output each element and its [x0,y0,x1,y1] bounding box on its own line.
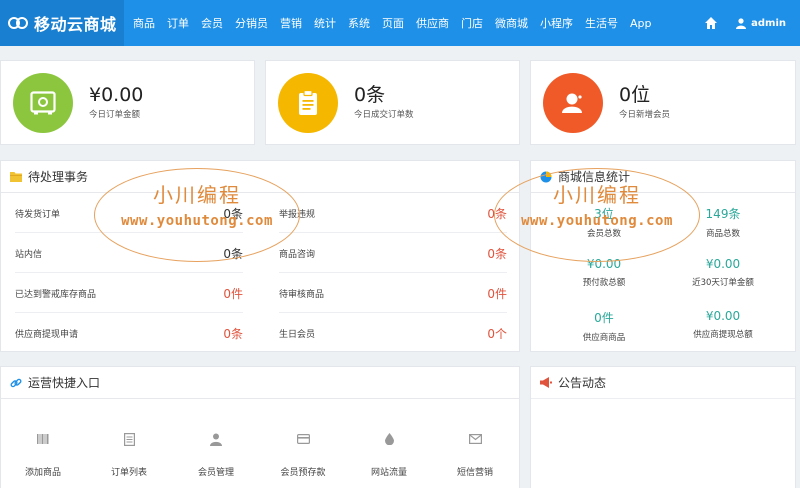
today-new-members-card: 0位 今日新增会员 [530,60,796,145]
today-new-members-value: 0位 [619,83,651,106]
mall-stat-value: ¥0.00 [705,257,741,271]
todo-item[interactable]: 举报违规 0条 [279,195,507,233]
main-nav: 商品 订单 会员 分销员 营销 统计 系统 页面 供应商 门店 微商城 小程序 … [133,0,664,46]
nav-item-statistics[interactable]: 统计 [314,15,336,31]
quick-entry-sms-marketing[interactable]: 短信营销 [435,431,515,478]
nav-item-suppliers[interactable]: 供应商 [416,15,449,31]
nav-item-orders[interactable]: 订单 [167,15,189,31]
safe-icon [13,72,73,133]
user-icon [736,17,747,29]
nav-item-distributors[interactable]: 分销员 [235,15,268,31]
mall-stat-item: 0件 供应商商品 [545,309,663,343]
drop-icon [384,433,394,445]
card-icon [296,434,310,444]
quick-entry-order-list[interactable]: 订单列表 [89,431,169,478]
quick-entry-label: 会员预存款 [280,468,326,478]
today-deals-label: 今日成交订单数 [354,110,414,121]
watermark-url: www.youhutong.com [521,213,673,229]
mall-stat-label: 供应商提现总额 [693,330,753,340]
nav-item-wechat-mall[interactable]: 微商城 [495,15,528,31]
todo-item-label: 待审核商品 [279,290,325,300]
mall-stat-label: 近30天订单金额 [692,278,754,288]
nav-item-life-account[interactable]: 生活号 [585,15,618,31]
todo-item-label: 站内信 [15,250,43,260]
watermark-left: 小川编程 www.youhutong.com [94,168,300,262]
notice-panel: 公告动态 [530,366,796,488]
admin-username: admin [751,17,786,29]
megaphone-icon [540,377,552,388]
brand-icon [8,15,30,31]
nav-item-pages[interactable]: 页面 [382,15,404,31]
nav-item-system[interactable]: 系统 [348,15,370,31]
nav-item-products[interactable]: 商品 [133,15,155,31]
todo-item-label: 待发货订单 [15,210,61,220]
list-icon [123,432,135,446]
todo-item[interactable]: 待审核商品 0件 [279,275,507,313]
notice-panel-header: 公告动态 [531,367,795,399]
nav-item-mini-program[interactable]: 小程序 [540,15,573,31]
todo-item[interactable]: 已达到警戒库存商品 0件 [15,275,243,313]
brand-logo[interactable]: 移动云商城 [0,0,124,46]
mall-stat-label: 预付款总额 [582,278,626,288]
quick-entry-label: 添加商品 [24,468,61,478]
todo-item-label: 供应商提现申请 [15,329,79,340]
quick-entry-title: 运营快捷入口 [28,376,101,390]
quick-entry-label: 短信营销 [456,468,493,478]
todo-item-label: 生日会员 [279,329,316,340]
quick-entry-member-deposit[interactable]: 会员预存款 [263,431,343,478]
todo-item-value: 0个 [487,326,507,341]
today-order-amount-label: 今日订单金额 [89,110,141,121]
clipboard-icon [278,72,338,133]
link-icon [10,378,22,387]
today-order-amount-card: ¥0.00 今日订单金额 [0,60,255,145]
today-deals-value: 0条 [354,83,386,106]
todo-item[interactable]: 商品咨询 0条 [279,235,507,273]
mall-stat-item: ¥0.00 近30天订单金额 [664,257,782,288]
barcode-icon [37,434,49,444]
todo-item-value: 0件 [223,287,243,301]
todo-item-label: 已达到警戒库存商品 [15,290,97,300]
user-icon [210,433,222,446]
nav-item-members[interactable]: 会员 [201,15,223,31]
nav-item-marketing[interactable]: 营销 [280,15,302,31]
nav-item-app[interactable]: App [630,17,652,30]
brand-name: 移动云商城 [34,15,117,34]
quick-entry-panel: 运营快捷入口 添加商品 订单列表 会员管理 会员预存款 网站流量 短信营销 [0,366,520,488]
admin-user-menu[interactable]: admin [736,18,786,29]
mall-stat-item: ¥0.00 供应商提现总额 [664,309,782,340]
watermark-url: www.youhutong.com [121,213,273,229]
today-deals-card: 0条 今日成交订单数 [265,60,520,145]
watermark-title: 小川编程 [553,183,641,207]
top-right-tools: admin [704,0,786,46]
watermark-right: 小川编程 www.youhutong.com [494,168,700,262]
quick-entry-site-traffic[interactable]: 网站流量 [349,431,429,478]
nav-item-stores[interactable]: 门店 [461,15,483,31]
top-nav-bar: 移动云商城 商品 订单 会员 分销员 营销 统计 系统 页面 供应商 门店 微商… [0,0,800,46]
mall-stat-value: 0件 [594,311,614,325]
todo-item-value: 0件 [487,287,507,301]
watermark-title: 小川编程 [153,183,241,207]
folder-icon [10,172,22,182]
today-new-members-label: 今日新增会员 [619,110,671,121]
home-icon[interactable] [704,16,718,30]
quick-entry-label: 会员管理 [197,468,234,478]
quick-entry-member-management[interactable]: 会员管理 [176,431,256,478]
quick-entry-add-product[interactable]: 添加商品 [3,431,83,478]
todo-item[interactable]: 生日会员 0个 [279,314,507,352]
todo-item-value: 0条 [487,247,507,261]
quick-entry-label: 订单列表 [110,468,147,478]
envelope-icon [468,434,482,444]
notice-panel-title: 公告动态 [558,376,607,390]
todo-panel-title: 待处理事务 [28,170,89,184]
todo-item-value: 0条 [223,326,243,341]
quick-entry-header: 运营快捷入口 [1,367,519,399]
user-icon [543,72,603,133]
todo-item[interactable]: 供应商提现申请 0条 [15,314,243,352]
todo-item-label: 商品咨询 [279,250,316,260]
mall-stat-label: 供应商商品 [582,333,626,343]
today-order-amount-value: ¥0.00 [89,83,144,106]
quick-entry-label: 网站流量 [370,468,407,478]
mall-stat-value: ¥0.00 [705,309,741,323]
